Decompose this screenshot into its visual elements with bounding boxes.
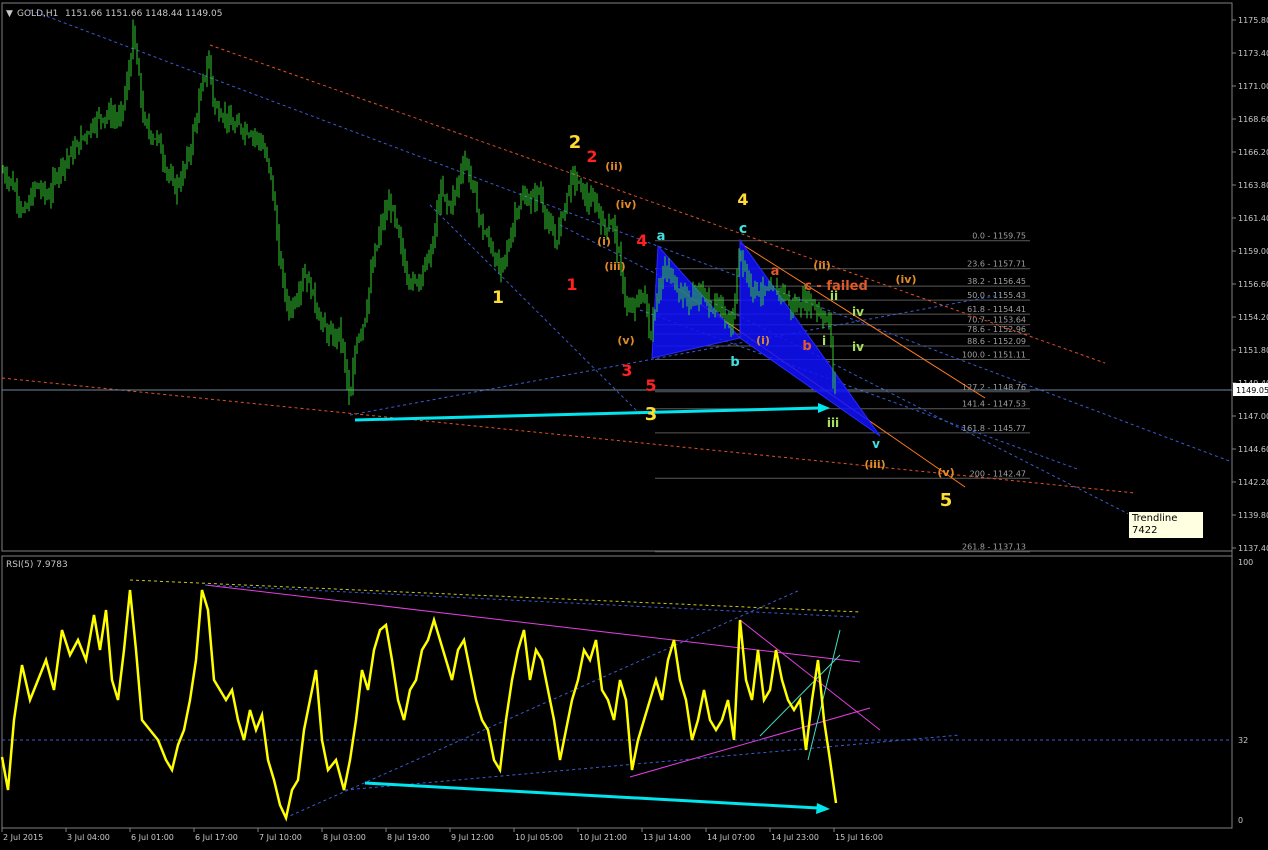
- symbol-label: GOLD,H1: [17, 9, 58, 19]
- wave-label: c: [739, 221, 747, 237]
- price-axis-label: 1175.80: [1238, 16, 1268, 25]
- time-axis-label: 2 Jul 2015: [3, 833, 43, 842]
- price-axis: 1175.80 1173.40 1171.00 1168.60 1166.20 1163.…: [1232, 16, 1268, 553]
- wave-label: 1: [492, 288, 504, 308]
- chart-canvas[interactable]: 0.0 - 1159.75 23.6 - 1157.71 38.2 - 1156.4…: [0, 0, 1268, 850]
- price-divergence-arrow: [354, 403, 830, 422]
- wave-label: (iv): [616, 198, 637, 211]
- tooltip-line1: Trendline 7422: [1132, 513, 1178, 536]
- fib-level-label: 161.8 - 1145.77: [962, 424, 1026, 433]
- price-axis-label: 1154.20: [1238, 313, 1268, 322]
- wave-label: iii: [827, 416, 839, 430]
- ohlc-values: 1151.66 1151.66 1148.44 1149.05: [65, 9, 222, 19]
- wave-label: (ii): [605, 160, 623, 173]
- wave-label: a: [657, 229, 666, 244]
- time-axis-label: 3 Jul 04:00: [67, 833, 110, 842]
- fib-level-label: 88.6 - 1152.09: [967, 337, 1026, 346]
- wave-label: 4: [737, 190, 748, 209]
- price-axis-label: 1166.20: [1238, 148, 1268, 157]
- wave-label: (iii): [604, 260, 625, 273]
- time-axis-label: 13 Jul 14:00: [643, 833, 691, 842]
- chart-menu-arrow-icon[interactable]: ▼: [6, 9, 13, 19]
- price-axis-label: 1156.60: [1238, 280, 1268, 289]
- wave-label: v: [872, 437, 880, 451]
- price-axis-label: 1144.60: [1238, 445, 1268, 454]
- time-axis-label: 14 Jul 07:00: [707, 833, 755, 842]
- rsi-label: RSI(5) 7.9783: [6, 560, 68, 570]
- time-axis-label: 14 Jul 23:00: [771, 833, 819, 842]
- time-axis-label: 10 Jul 05:00: [515, 833, 563, 842]
- current-price-tag: 1149.05: [1233, 383, 1268, 396]
- wave-label: (iii): [864, 458, 885, 471]
- rsi-divergence-arrow: [364, 781, 830, 814]
- price-axis-label: 1151.80: [1238, 346, 1268, 355]
- rsi-axis-0: 0: [1238, 816, 1243, 825]
- fib-level-label: 141.4 - 1147.53: [962, 400, 1026, 409]
- current-price-label: 1149.05: [1236, 386, 1268, 395]
- time-axis-label: 6 Jul 17:00: [195, 833, 238, 842]
- time-axis-label: 7 Jul 10:00: [259, 833, 302, 842]
- wave-label: ii: [830, 289, 838, 303]
- wave-label: (v): [617, 334, 634, 347]
- wave-label: 5: [645, 376, 656, 395]
- wave-label: (i): [597, 235, 611, 248]
- rsi-axis-32: 32: [1238, 736, 1248, 745]
- rsi-axis-100: 100: [1238, 558, 1253, 567]
- price-axis-label: 1173.40: [1238, 49, 1268, 58]
- wave-label: 1: [566, 275, 577, 294]
- fib-level-label: 0.0 - 1159.75: [972, 232, 1026, 241]
- price-candles: [2, 19, 836, 405]
- wave-label: b: [802, 339, 811, 354]
- wave-label: 2: [586, 147, 597, 166]
- time-axis-label: 15 Jul 16:00: [835, 833, 883, 842]
- price-axis-label: 1147.00: [1238, 412, 1268, 421]
- price-axis-label: 1163.80: [1238, 181, 1268, 190]
- wave-label: (ii): [813, 259, 831, 272]
- main-chart-frame: [1, 2, 1233, 552]
- wave-label: 4: [636, 231, 647, 250]
- fib-level-label: 200 - 1142.47: [970, 469, 1026, 478]
- price-axis-label: 1159.00: [1238, 247, 1268, 256]
- wave-label: (i): [756, 334, 770, 347]
- wave-label: 3: [645, 404, 658, 425]
- time-axis-label: 8 Jul 03:00: [323, 833, 366, 842]
- fib-level-label: 100.0 - 1151.11: [962, 350, 1026, 359]
- price-axis-label: 1171.00: [1238, 82, 1268, 91]
- wave-label: (iv): [896, 273, 917, 286]
- price-axis-label: 1139.80: [1238, 511, 1268, 520]
- wave-label: b: [730, 355, 739, 370]
- wave-label: a: [771, 264, 780, 279]
- price-axis-label: 1142.20: [1238, 478, 1268, 487]
- time-axis-label: 10 Jul 21:00: [579, 833, 627, 842]
- time-axis-label: 6 Jul 01:00: [131, 833, 174, 842]
- wave-label: 3: [621, 361, 632, 380]
- fib-level-label: 38.2 - 1156.45: [967, 277, 1026, 286]
- price-axis-label: 1137.40: [1238, 544, 1268, 553]
- wave-label: i: [822, 334, 826, 348]
- price-axis-label: 1168.60: [1238, 115, 1268, 124]
- wave-label: iv: [852, 305, 864, 319]
- tooltip-line2: 1141.82: [1132, 537, 1174, 548]
- fib-level-label: 23.6 - 1157.71: [967, 260, 1026, 269]
- fib-level-label: 261.8 - 1137.13: [962, 543, 1026, 552]
- wave-label: iv: [852, 340, 864, 354]
- trendline-tooltip: Trendline 7422 1141.82: [1128, 511, 1204, 548]
- time-axis: 2 Jul 2015 3 Jul 04:00 6 Jul 01:00 6 Jul 17…: [1, 828, 883, 842]
- fib-level-label: 61.8 - 1154.41: [967, 305, 1026, 314]
- wave-label: (v): [937, 466, 954, 479]
- wave-label: 2: [569, 132, 582, 153]
- fib-level-label: 78.6 - 1152.96: [967, 325, 1026, 334]
- wave-label: 5: [940, 490, 953, 511]
- time-axis-label: 9 Jul 12:00: [451, 833, 494, 842]
- time-axis-label: 8 Jul 19:00: [387, 833, 430, 842]
- price-axis-label: 1161.40: [1238, 214, 1268, 223]
- fib-level-label: 50.0 - 1155.43: [967, 291, 1026, 300]
